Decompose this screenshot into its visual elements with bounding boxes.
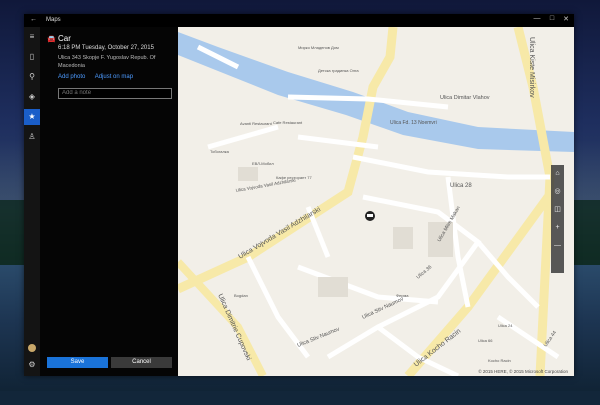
directions-icon[interactable]: ◈ (24, 89, 40, 105)
back-arrow-icon[interactable]: ← (30, 16, 37, 23)
map-controls: ⌂ ◎ ◫ + — (551, 165, 564, 273)
nav-rail: ≡ ▯ ⚲ ◈ ★ ♙ ⚙ (24, 27, 40, 376)
map-copyright: © 2015 HERE, © 2015 Microsoft Corporatio… (478, 369, 568, 374)
layers-icon[interactable]: ◫ (551, 201, 564, 219)
place-name: Car (58, 34, 71, 43)
search-icon[interactable]: ⚲ (24, 69, 40, 85)
street-label-28: Ulica 28 (450, 183, 472, 189)
street-label-dimitar: Ulica Dimitar Vlahov (440, 95, 490, 101)
poi-label: Ферма (396, 293, 409, 298)
poi-label: Kocho Racin (488, 358, 511, 363)
car-pin-icon (367, 214, 373, 217)
parked-time: 6:18 PM Tuesday, October 27, 2015 (58, 45, 154, 51)
note-input[interactable] (58, 88, 172, 99)
window-title: Maps (46, 17, 61, 23)
minimize-button[interactable]: — (530, 15, 544, 22)
taskbar (0, 391, 600, 405)
street-label-36: Ulica 36 (415, 264, 433, 280)
zoom-in-icon[interactable]: + (551, 219, 564, 237)
poi-label: Тобогалка (210, 149, 230, 154)
avatar-icon[interactable] (28, 344, 36, 352)
adjust-on-map-link[interactable]: Adjust on map (95, 74, 133, 80)
settings-icon[interactable]: ⚙ (24, 357, 40, 373)
poi-label: Мирко Младенов Дом (298, 45, 339, 50)
street-label-vojvoda: Ulica Vojvoda Vasil Adzhilarski (237, 206, 322, 261)
details-panel: 🚘 Car 6:18 PM Tuesday, October 27, 2015 … (40, 27, 178, 376)
street-label-kiste: Ulica Kiste Misirkov (528, 37, 535, 98)
add-photo-link[interactable]: Add photo (58, 74, 85, 80)
car-icon: 🚘 (47, 36, 56, 43)
person-icon[interactable]: ♙ (24, 129, 40, 145)
zoom-out-icon[interactable]: — (551, 237, 564, 255)
poi-label: ЕВЛ-Мобил (252, 161, 274, 166)
map-icon[interactable]: ▯ (24, 49, 40, 65)
target-icon[interactable]: ◎ (551, 183, 564, 201)
street-label-kocho: Ulica Kocho Racin (413, 328, 462, 369)
street-label-stiv-1: Ulica Stiv Naumov (297, 326, 341, 348)
address: Ulica 343 Skopje F. Yugoslav Repub. Of M… (58, 55, 156, 69)
favorites-star-icon[interactable]: ★ (24, 109, 40, 125)
close-button[interactable]: ✕ (559, 15, 573, 23)
poi-label: Bogdan (234, 293, 248, 298)
map-canvas[interactable]: Ulica Kiste Misirkov Ulica Dimitar Vlaho… (178, 27, 574, 376)
poi-label: Cafe Restaurant (273, 120, 303, 125)
car-icon[interactable]: ⌂ (551, 165, 564, 183)
street-label-dimitrie: Ulica Dimitrie Cupovski (216, 293, 252, 362)
cancel-button[interactable]: Cancel (111, 357, 172, 368)
poi-label: Ulica 66 (478, 338, 493, 343)
poi-label: Детска градинка Олга (318, 68, 359, 73)
save-button[interactable]: Save (47, 357, 108, 368)
maximize-button[interactable]: □ (545, 15, 559, 22)
hamburger-icon[interactable]: ≡ (24, 29, 40, 45)
street-label-fd: Ulica Fd. 13 Noemvri (390, 120, 437, 126)
title-bar: ← Maps — □ ✕ (24, 14, 574, 27)
poi-label: Avanti Restaurant (240, 121, 273, 126)
maps-window: ← Maps — □ ✕ ≡ ▯ ⚲ ◈ ★ ♙ ⚙ 🚘 Car 6:18 PM… (24, 14, 574, 376)
map-view[interactable]: Ulica Kiste Misirkov Ulica Dimitar Vlaho… (178, 27, 574, 376)
action-links: Add photo Adjust on map (58, 74, 141, 80)
poi-label: Кафе ресторант 77 (276, 175, 312, 180)
poi-label: Ulica 24 (498, 323, 513, 328)
